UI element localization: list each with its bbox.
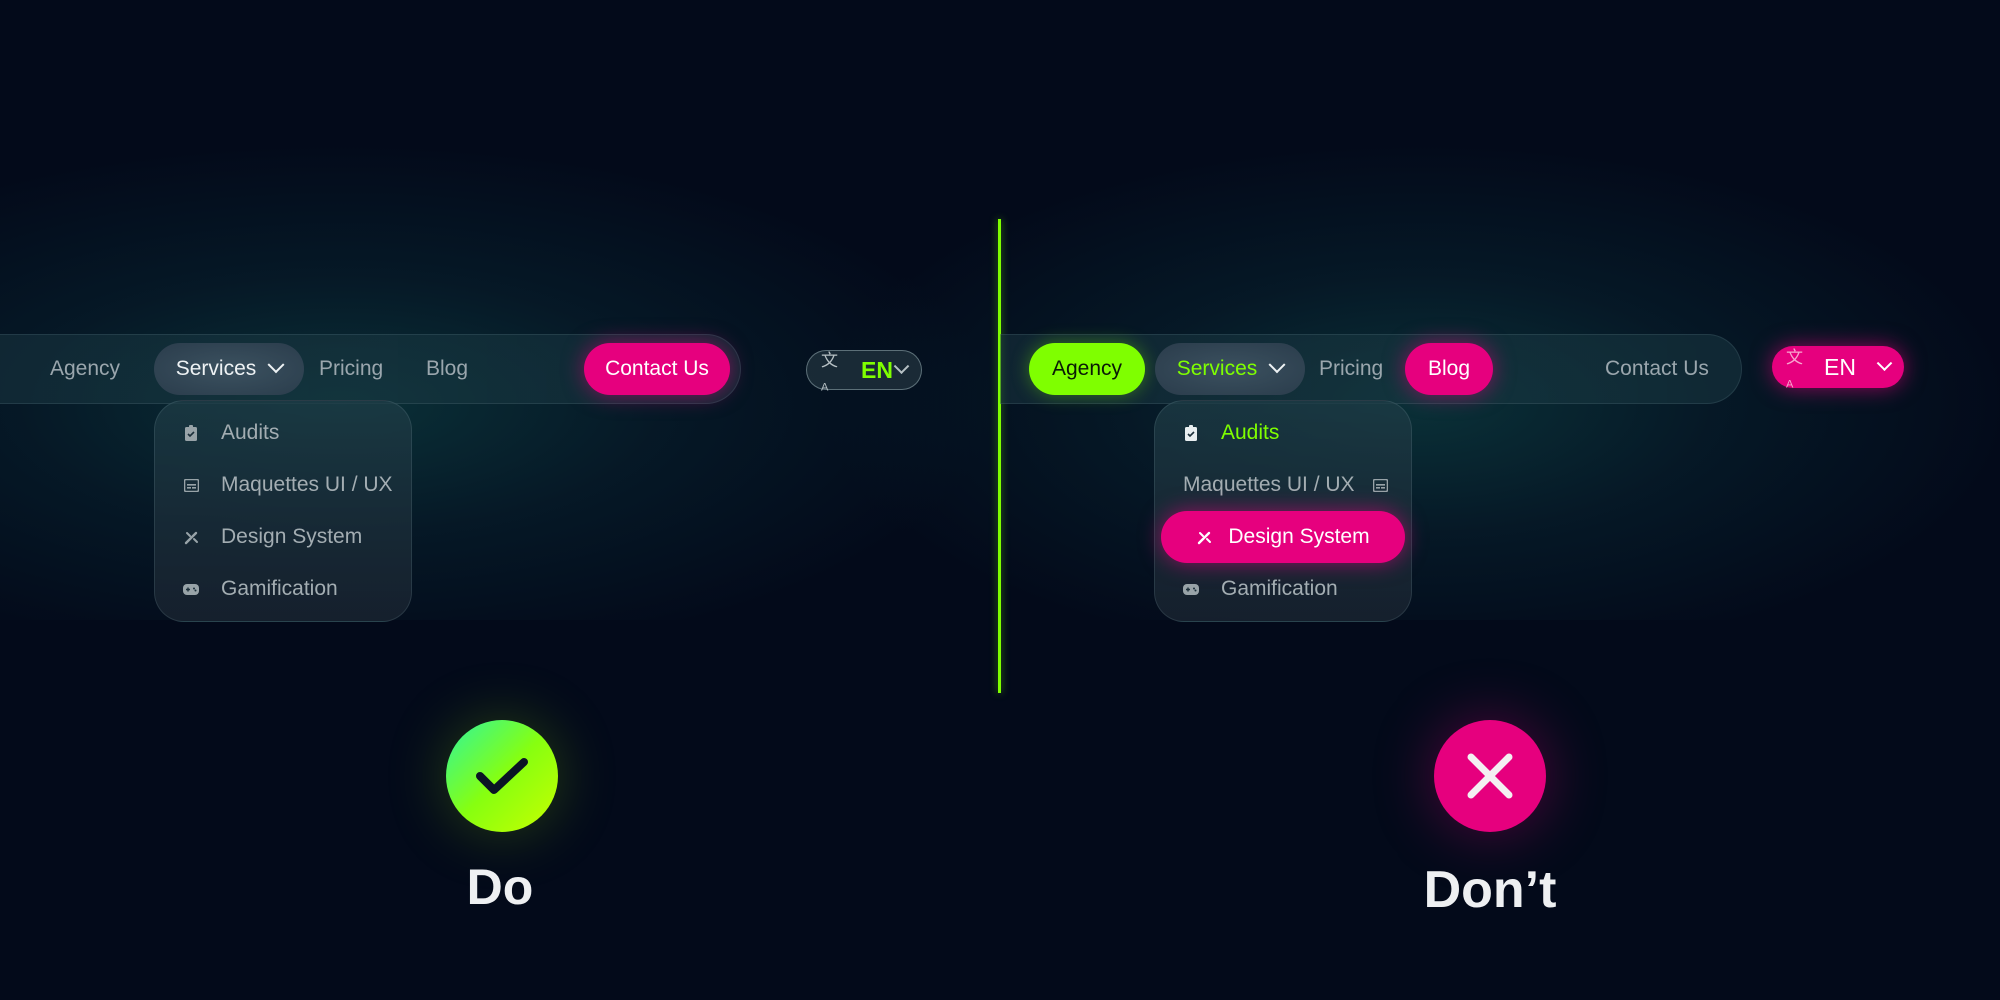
translate-icon: 文A: [1786, 348, 1803, 391]
dropdown-item-label: Maquettes UI / UX: [221, 473, 393, 496]
nav-item-blog[interactable]: Blog: [1405, 343, 1493, 395]
contact-us-label: Contact Us: [605, 357, 709, 380]
layout-icon: [1373, 477, 1389, 493]
nav-item-blog-label: Blog: [1427, 357, 1471, 380]
nav-item-agency[interactable]: Agency: [1029, 343, 1145, 395]
contact-us-link[interactable]: Contact Us: [1605, 357, 1709, 381]
dropdown-item-gamification[interactable]: Gamification: [1183, 577, 1338, 601]
nav-item-services[interactable]: Services: [154, 343, 304, 395]
dropdown-item-maquettes[interactable]: Maquettes UI / UX: [183, 473, 393, 497]
chevron-down-icon: [893, 357, 910, 374]
check-icon: [476, 758, 528, 794]
nav-item-agency-label: Agency: [1051, 357, 1123, 380]
clipboard-check-icon: [183, 425, 199, 441]
services-dropdown: Audits Maquettes UI / UX Design System G…: [1154, 400, 1412, 622]
services-dropdown: Audits Maquettes UI / UX Design System G…: [154, 400, 412, 622]
nav-bar: Agency Services Pricing Blog Contact Us: [0, 334, 741, 404]
gamepad-icon: [1183, 581, 1199, 597]
dropdown-item-gamification[interactable]: Gamification: [183, 577, 338, 601]
chevron-down-icon: [1876, 354, 1893, 371]
dropdown-item-label: Audits: [1221, 421, 1280, 444]
language-code: EN: [1824, 353, 1856, 380]
clipboard-check-icon: [1183, 425, 1199, 441]
do-badge: [446, 720, 558, 832]
dropdown-item-audits[interactable]: Audits: [183, 421, 279, 445]
language-selector[interactable]: 文A EN: [806, 350, 922, 394]
gamepad-icon: [183, 581, 199, 597]
nav-item-blog[interactable]: Blog: [426, 357, 468, 381]
chevron-down-icon: [267, 356, 285, 374]
do-caption: Do: [466, 859, 534, 915]
dropdown-item-label: Design System: [221, 525, 363, 548]
nav-item-agency[interactable]: Agency: [50, 357, 120, 381]
chevron-down-icon: [1268, 356, 1286, 374]
nav-item-pricing[interactable]: Pricing: [1319, 357, 1383, 381]
dropdown-item-label: Audits: [221, 421, 280, 444]
dropdown-item-label: Maquettes UI / UX: [1183, 473, 1355, 496]
dropdown-item-audits[interactable]: Audits: [1183, 421, 1279, 445]
close-icon: [1467, 753, 1513, 799]
nav-item-services-label: Services: [1176, 357, 1258, 380]
language-selector[interactable]: 文A EN: [1772, 346, 1904, 391]
nav-item-services[interactable]: Services: [1155, 343, 1305, 395]
dont-caption: Don’t: [1423, 861, 1557, 919]
dropdown-item-label: Gamification: [1221, 577, 1338, 600]
design-tools-icon: [183, 529, 199, 545]
language-code: EN: [861, 356, 893, 383]
contact-us-button[interactable]: Contact Us: [584, 343, 730, 395]
layout-icon: [183, 477, 199, 493]
dropdown-item-label: Gamification: [221, 577, 338, 600]
dropdown-item-maquettes[interactable]: Maquettes UI / UX: [1183, 473, 1389, 497]
dropdown-item-design-system[interactable]: Design System: [183, 525, 362, 549]
divider: [998, 219, 1001, 693]
design-tools-icon: [1196, 529, 1212, 545]
nav-item-services-label: Services: [175, 357, 257, 380]
nav-item-pricing[interactable]: Pricing: [319, 357, 383, 381]
translate-icon: 文A: [821, 351, 838, 394]
dont-badge: [1434, 720, 1546, 832]
dropdown-item-design-system[interactable]: Design System: [1161, 511, 1405, 563]
nav-bar: Agency Services Pricing Blog Contact Us: [1000, 334, 1742, 404]
dropdown-item-label: Design System: [1228, 525, 1370, 548]
